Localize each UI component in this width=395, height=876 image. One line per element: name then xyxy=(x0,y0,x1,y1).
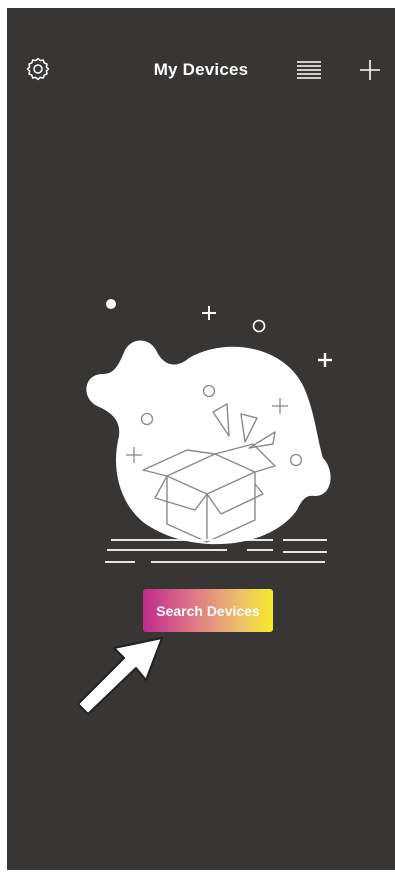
app-screen: My Devices Search Devices xyxy=(7,8,395,870)
search-devices-button[interactable]: Search Devices xyxy=(143,589,273,632)
dot-filled xyxy=(106,299,116,309)
cross-decoration xyxy=(202,306,216,320)
blob-shape xyxy=(86,340,331,545)
cross-decoration xyxy=(318,353,332,367)
empty-box-illustration xyxy=(86,299,332,563)
page-title: My Devices xyxy=(153,60,249,79)
arrow-pointer-icon xyxy=(77,637,163,715)
header-bar: My Devices xyxy=(7,8,395,128)
plus-icon[interactable] xyxy=(358,58,382,82)
list-view-icon[interactable] xyxy=(296,60,322,80)
ring-decoration xyxy=(252,319,266,333)
